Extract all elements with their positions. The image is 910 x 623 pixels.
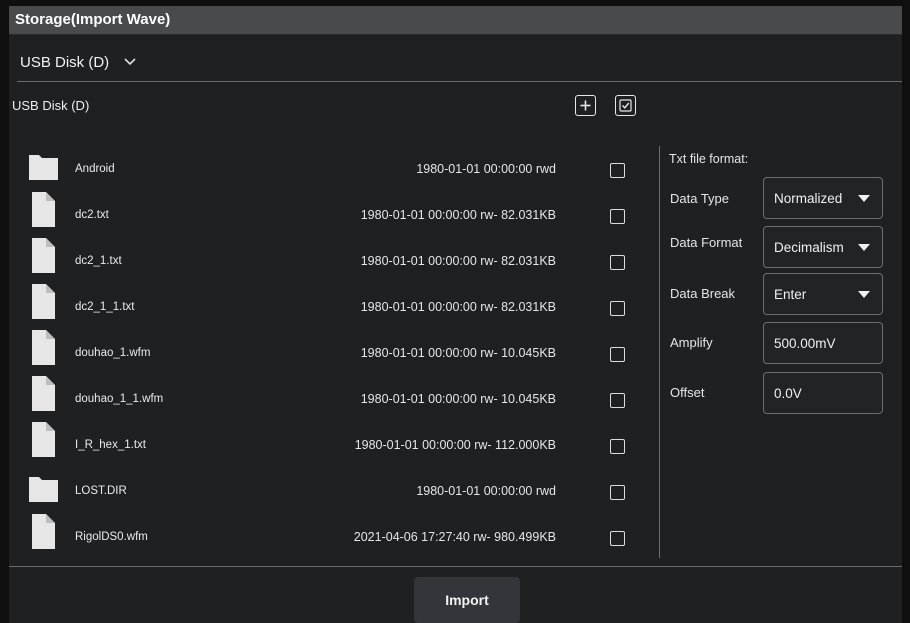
import-button[interactable]: Import: [414, 577, 520, 623]
file-icon: [28, 373, 59, 413]
amplify-value: 500.00mV: [774, 335, 836, 351]
file-name: douhao_1.wfm: [75, 347, 151, 359]
current-path: USB Disk (D): [12, 98, 90, 113]
file-meta: 1980-01-01 00:00:00 rw- 82.031KB: [360, 300, 556, 314]
file-meta: 1980-01-01 00:00:00 rw- 82.031KB: [360, 208, 556, 222]
file-meta: 1980-01-01 00:00:00 rw- 112.000KB: [354, 438, 556, 452]
dropdown-arrow-icon: [858, 291, 870, 298]
file-meta: 1980-01-01 00:00:00 rw- 10.045KB: [360, 392, 556, 406]
file-checkbox[interactable]: [610, 485, 625, 500]
title-bar: Storage(Import Wave): [9, 6, 902, 35]
amplify-label: Amplify: [670, 335, 713, 350]
data-type-value: Normalized: [774, 190, 843, 206]
file-checkbox[interactable]: [610, 301, 625, 316]
file-row[interactable]: I_R_hex_1.txt 1980-01-01 00:00:00 rw- 112…: [9, 416, 649, 462]
file-icon: [28, 235, 59, 275]
file-name: dc2.txt: [75, 209, 109, 221]
storage-dialog: Storage(Import Wave) USB Disk (D) USB Di…: [9, 6, 902, 623]
file-icon: [28, 281, 59, 321]
file-meta: 2021-04-06 17:27:40 rw- 980.499KB: [353, 530, 556, 544]
file-checkbox[interactable]: [610, 347, 625, 362]
file-meta: 1980-01-01 00:00:00 rw- 10.045KB: [360, 346, 556, 360]
file-checkbox[interactable]: [610, 255, 625, 270]
file-name: douhao_1_1.wfm: [75, 393, 164, 405]
chevron-down-icon: [124, 58, 136, 66]
new-folder-button[interactable]: [575, 95, 596, 116]
data-break-dropdown[interactable]: Enter: [763, 273, 883, 315]
select-all-icon: [619, 99, 632, 112]
amplify-input[interactable]: 500.00mV: [763, 322, 883, 364]
folder-icon: [28, 557, 59, 566]
file-name: RigolDS0.wfm: [75, 531, 148, 543]
file-row[interactable]: Android 1980-01-01 00:00:00 rwd: [9, 140, 649, 186]
dropdown-arrow-icon: [858, 244, 870, 251]
file-checkbox[interactable]: [610, 393, 625, 408]
file-row[interactable]: dc2_1_1.txt 1980-01-01 00:00:00 rw- 82.03…: [9, 278, 649, 324]
file-list[interactable]: Android 1980-01-01 00:00:00 rwd dc2.txt 198…: [9, 136, 649, 566]
file-name: dc2_1_1.txt: [75, 301, 135, 313]
file-meta: 1980-01-01 00:00:00 rw- 82.031KB: [360, 254, 556, 268]
file-checkbox[interactable]: [610, 531, 625, 546]
file-checkbox[interactable]: [610, 163, 625, 178]
select-all-button[interactable]: [615, 95, 636, 116]
window-title: Storage(Import Wave): [15, 11, 171, 28]
drive-dropdown-value: USB Disk (D): [20, 53, 110, 71]
file-icon: [28, 327, 59, 367]
file-meta: 1980-01-01 00:00:00 rwd: [416, 484, 556, 498]
dropdown-arrow-icon: [858, 195, 870, 202]
file-row[interactable]: LOST.DIR 1980-01-01 00:00:00 rwd: [9, 462, 649, 508]
file-row[interactable]: douhao_1_1.wfm 1980-01-01 00:00:00 rw- 10…: [9, 370, 649, 416]
import-button-label: Import: [445, 592, 489, 608]
data-type-dropdown[interactable]: Normalized: [763, 177, 883, 219]
file-meta: 1980-01-01 00:00:00 rwd: [416, 162, 556, 176]
file-name: dc2_1.txt: [75, 255, 122, 267]
data-format-label: Data Format: [670, 235, 743, 250]
panel-divider: [659, 146, 660, 558]
data-break-label: Data Break: [670, 286, 736, 301]
folder-icon: [28, 465, 59, 505]
file-row[interactable]: [9, 554, 649, 566]
file-name: I_R_hex_1.txt: [75, 439, 146, 451]
file-icon: [28, 189, 59, 229]
file-name: Android: [75, 163, 115, 175]
data-break-value: Enter: [774, 286, 807, 302]
file-row[interactable]: douhao_1.wfm 1980-01-01 00:00:00 rw- 10.0…: [9, 324, 649, 370]
file-row[interactable]: RigolDS0.wfm 2021-04-06 17:27:40 rw- 980.…: [9, 508, 649, 554]
offset-input[interactable]: 0.0V: [763, 372, 883, 414]
file-row[interactable]: dc2.txt 1980-01-01 00:00:00 rw- 82.031KB: [9, 186, 649, 232]
offset-label: Offset: [670, 385, 705, 400]
data-type-label: Data Type: [670, 191, 730, 206]
file-icon: [28, 511, 59, 551]
drive-dropdown[interactable]: USB Disk (D): [20, 47, 137, 77]
offset-value: 0.0V: [774, 385, 802, 401]
txt-format-title: Txt file format:: [669, 152, 749, 166]
divider: [17, 81, 902, 82]
file-name: LOST.DIR: [75, 485, 127, 497]
data-format-dropdown[interactable]: Decimalism: [763, 226, 883, 268]
file-row[interactable]: dc2_1.txt 1980-01-01 00:00:00 rw- 82.031K…: [9, 232, 649, 278]
folder-icon: [28, 143, 59, 183]
file-icon: [28, 419, 59, 459]
file-checkbox[interactable]: [610, 439, 625, 454]
new-folder-icon: [580, 100, 591, 111]
data-format-value: Decimalism: [774, 239, 844, 255]
divider: [9, 566, 902, 567]
file-checkbox[interactable]: [610, 209, 625, 224]
